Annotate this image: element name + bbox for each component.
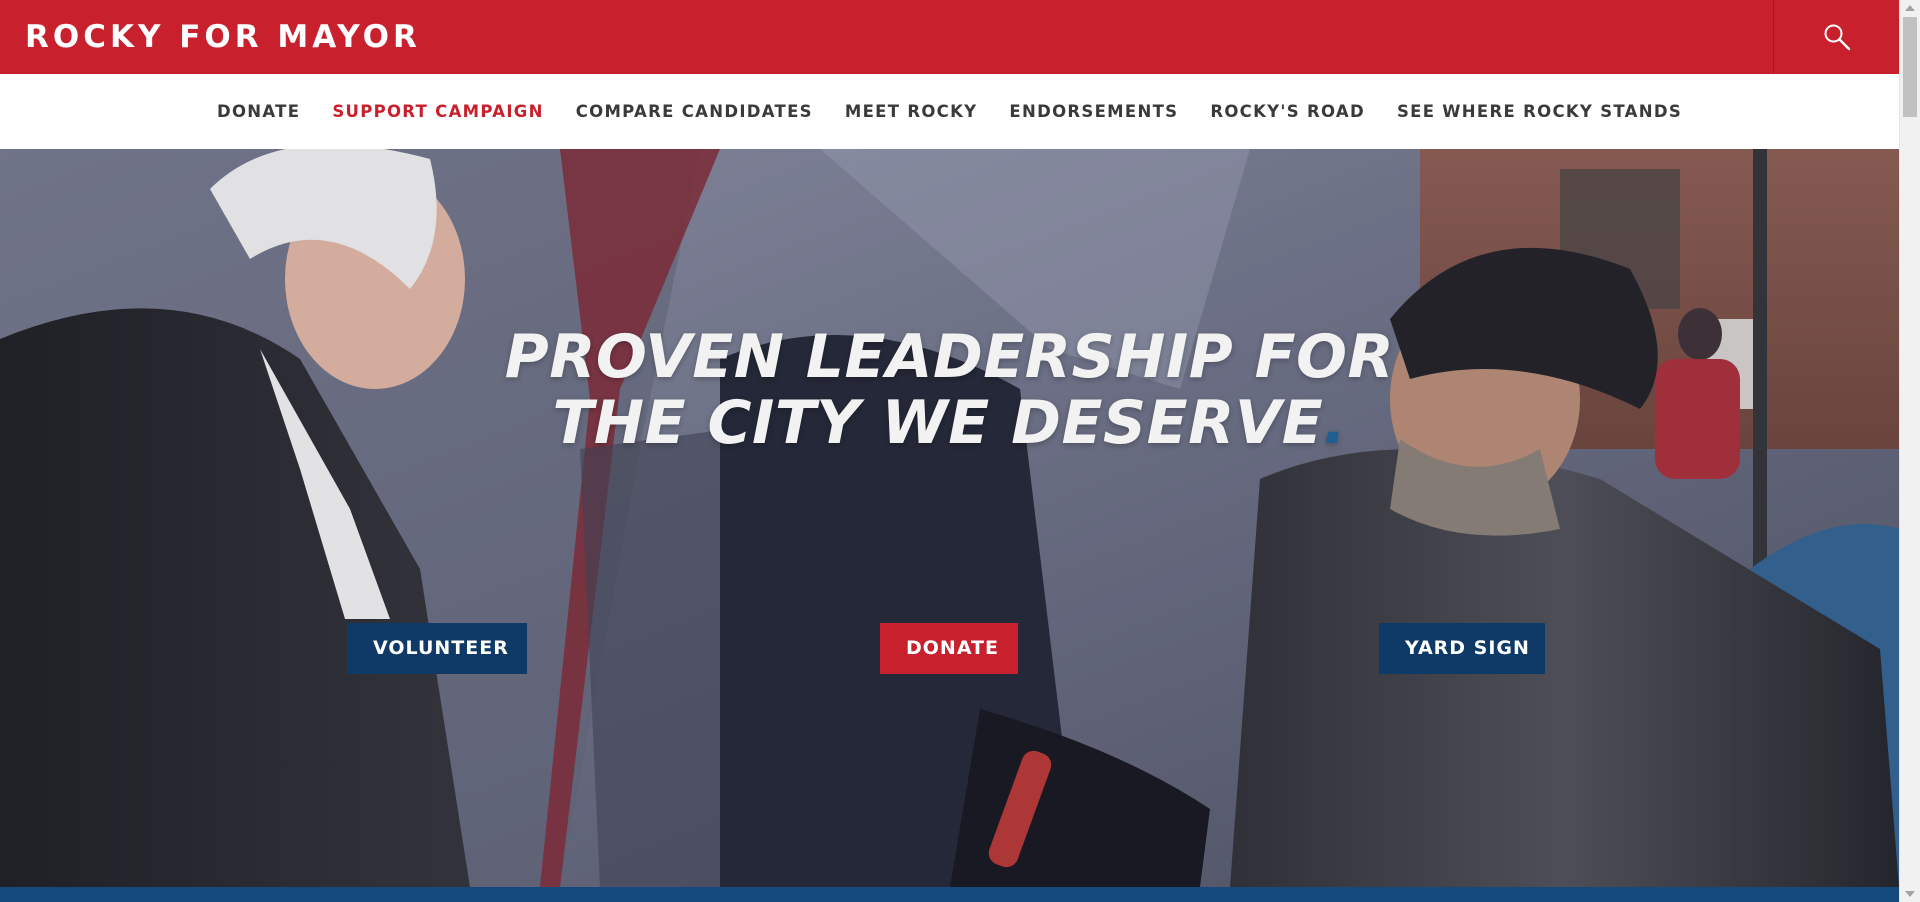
scroll-down-arrow-icon[interactable] — [1905, 891, 1915, 897]
hero-headline: PROVEN LEADERSHIP FOR THE CITY WE DESERV… — [0, 324, 1899, 456]
donate-button[interactable]: DONATE — [880, 623, 1018, 674]
nav-item-see-where-rocky-stands[interactable]: SEE WHERE ROCKY STANDS — [1397, 102, 1682, 121]
next-section-strip — [0, 887, 1899, 902]
nav-item-meet-rocky[interactable]: MEET ROCKY — [845, 102, 978, 121]
nav-item-donate[interactable]: DONATE — [217, 102, 300, 121]
site-header: ROCKY FOR MAYOR — [0, 0, 1899, 74]
hero-headline-line-2: THE CITY WE DESERVE. — [0, 390, 1899, 456]
site-logo[interactable]: ROCKY FOR MAYOR — [25, 0, 421, 74]
nav-item-compare-candidates[interactable]: COMPARE CANDIDATES — [576, 102, 813, 121]
search-icon — [1824, 24, 1850, 51]
hero-headline-line-1: PROVEN LEADERSHIP FOR — [504, 322, 1395, 392]
nav-item-endorsements[interactable]: ENDORSEMENTS — [1009, 102, 1178, 121]
search-button[interactable] — [1773, 0, 1899, 74]
nav-item-rockys-road[interactable]: ROCKY'S ROAD — [1210, 102, 1365, 121]
yard-sign-button[interactable]: YARD SIGN — [1379, 623, 1545, 674]
page-scrollbar[interactable] — [1899, 0, 1920, 902]
scroll-thumb[interactable] — [1903, 17, 1917, 117]
hero-section: PROVEN LEADERSHIP FOR THE CITY WE DESERV… — [0, 149, 1899, 887]
nav-item-support-campaign[interactable]: SUPPORT CAMPAIGN — [332, 102, 543, 121]
scroll-up-arrow-icon[interactable] — [1905, 5, 1915, 11]
volunteer-button[interactable]: VOLUNTEER — [347, 623, 527, 674]
hero-headline-dot: . — [1323, 388, 1347, 458]
hero-headline-line-2-text: THE CITY WE DESERVE — [552, 388, 1324, 458]
page-viewport: ROCKY FOR MAYOR DONATE SUPPORT CAMPAIGN … — [0, 0, 1899, 902]
main-nav: DONATE SUPPORT CAMPAIGN COMPARE CANDIDAT… — [0, 74, 1899, 149]
hero-overlay — [0, 149, 1899, 887]
